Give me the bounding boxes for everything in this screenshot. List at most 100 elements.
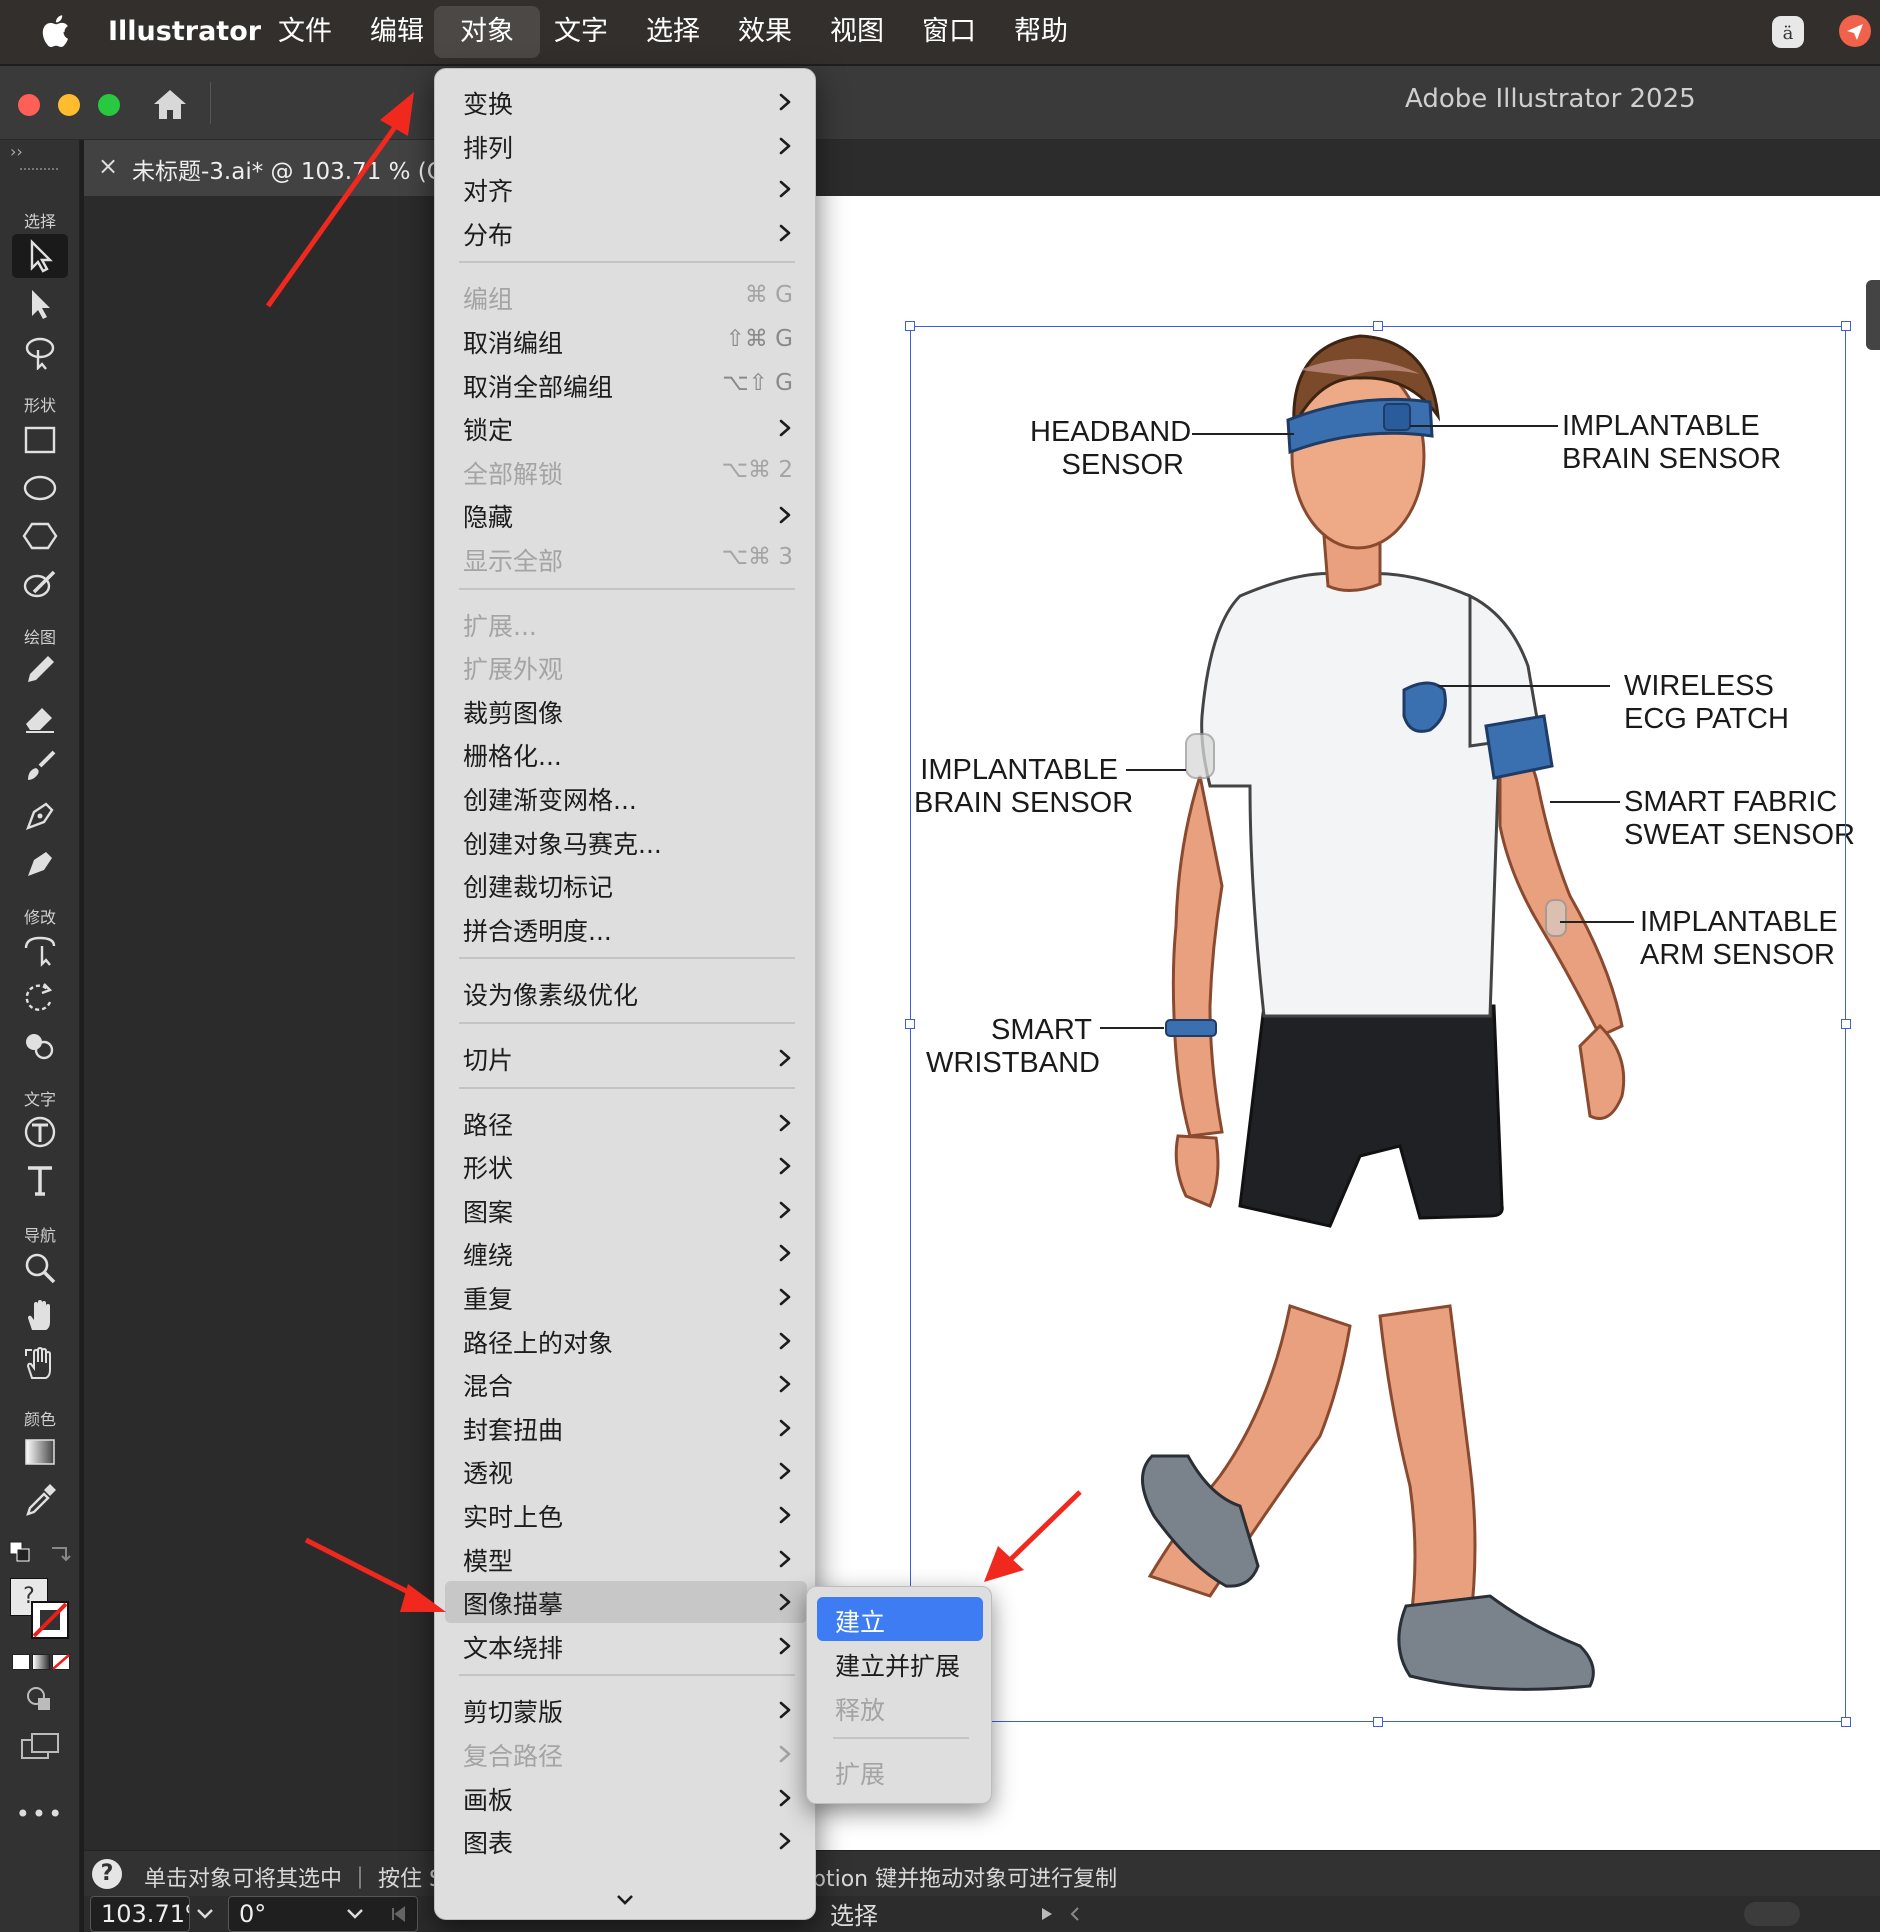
gradient-mode-button[interactable]: [32, 1654, 50, 1670]
menu-item-37[interactable]: 图像描摹: [445, 1581, 807, 1624]
panel-grip[interactable]: [20, 168, 58, 172]
zoom-level-field[interactable]: 103.71%: [90, 1896, 190, 1932]
print-tiling-tool-icon[interactable]: [12, 1342, 68, 1386]
menu-item-30[interactable]: 重复: [435, 1276, 817, 1318]
eraser-tool-icon[interactable]: [12, 696, 68, 740]
rotate-tool-icon[interactable]: [12, 976, 68, 1020]
scroll-left-icon[interactable]: [1068, 1906, 1082, 1922]
pencil-tool-icon[interactable]: [12, 648, 68, 692]
mode-menu-icon[interactable]: [1040, 1906, 1054, 1922]
stroke-none-swatch[interactable]: [30, 1600, 70, 1640]
swap-colors-icon[interactable]: [48, 1544, 72, 1564]
menu-item-32[interactable]: 混合: [435, 1363, 817, 1405]
menu-item-26[interactable]: 路径: [435, 1102, 817, 1144]
translator-icon[interactable]: ä: [1770, 14, 1806, 50]
menu-item-36[interactable]: 模型: [435, 1538, 817, 1580]
shape-builder-tool-icon[interactable]: [12, 1024, 68, 1068]
menu-item-28[interactable]: 图案: [435, 1189, 817, 1231]
direct-selection-tool-icon[interactable]: [12, 282, 68, 326]
resize-handle-n[interactable]: [1373, 321, 1383, 331]
first-artboard-icon[interactable]: [390, 1906, 406, 1922]
home-icon[interactable]: [150, 86, 190, 122]
minimize-window-button[interactable]: [58, 94, 80, 116]
color-mode-button[interactable]: [12, 1654, 30, 1670]
resize-handle-w[interactable]: [905, 1019, 915, 1029]
menu-item-43[interactable]: 图表: [435, 1820, 817, 1862]
menu-item-42[interactable]: 画板: [435, 1777, 817, 1819]
tool-mode-label[interactable]: 选择: [830, 1896, 878, 1931]
help-icon[interactable]: ?: [92, 1859, 122, 1889]
horizontal-scrollbar-thumb[interactable]: [1744, 1902, 1800, 1926]
menubar-app-name[interactable]: Illustrator: [108, 0, 261, 64]
menubar-edit[interactable]: 编辑: [370, 0, 424, 64]
menu-item-7[interactable]: 取消全部编组 ⌥⇧ G: [435, 364, 817, 406]
gradient-tool-icon[interactable]: [12, 1430, 68, 1474]
paintbrush-tool-icon[interactable]: [12, 744, 68, 788]
pen-tool-icon[interactable]: [12, 792, 68, 836]
menubar-type[interactable]: 文字: [554, 0, 608, 64]
resize-handle-s[interactable]: [1373, 1717, 1383, 1727]
menubar-object[interactable]: 对象: [434, 6, 540, 58]
menu-item-10[interactable]: 隐藏: [435, 494, 817, 536]
draw-mode-icon[interactable]: [24, 1684, 56, 1716]
lasso-select-tool-icon[interactable]: [12, 928, 68, 972]
menubar-window[interactable]: 窗口: [922, 0, 976, 64]
menu-item-20[interactable]: 拼合透明度...: [435, 908, 817, 950]
send-icon[interactable]: [1838, 14, 1872, 48]
more-tools-icon[interactable]: •••: [0, 1800, 80, 1828]
menu-item-31[interactable]: 路径上的对象: [435, 1320, 817, 1362]
menu-item-19[interactable]: 创建裁切标记: [435, 864, 817, 906]
shaper-tool-icon[interactable]: [12, 562, 68, 606]
menu-item-34[interactable]: 透视: [435, 1450, 817, 1492]
curvature-tool-icon[interactable]: [12, 840, 68, 884]
resize-handle-nw[interactable]: [905, 321, 915, 331]
zoom-dropdown-icon[interactable]: [196, 1908, 214, 1920]
menu-scroll-down-icon[interactable]: [615, 1893, 635, 1907]
selection-bounding-box[interactable]: [910, 326, 1846, 1722]
menu-item-2[interactable]: 对齐: [435, 168, 817, 210]
menu-item-6[interactable]: 取消编组 ⇧⌘ G: [435, 320, 817, 362]
none-mode-button[interactable]: [52, 1654, 70, 1670]
menubar-select[interactable]: 选择: [646, 0, 700, 64]
menu-item-15[interactable]: 裁剪图像: [435, 690, 817, 732]
menubar-help[interactable]: 帮助: [1014, 0, 1068, 64]
close-tab-icon[interactable]: ×: [98, 152, 118, 180]
resize-handle-se[interactable]: [1841, 1717, 1851, 1727]
rotation-dropdown-icon[interactable]: [346, 1908, 364, 1920]
type-tool-icon[interactable]: [12, 1158, 68, 1202]
screen-mode-icon[interactable]: [20, 1730, 60, 1762]
close-window-button[interactable]: [18, 94, 40, 116]
zoom-window-button[interactable]: [98, 94, 120, 116]
polygon-tool-icon[interactable]: [12, 514, 68, 558]
menubar-file[interactable]: 文件: [278, 0, 332, 64]
apple-logo-icon[interactable]: [40, 14, 70, 48]
menu-item-35[interactable]: 实时上色: [435, 1494, 817, 1536]
eyedropper-tool-icon[interactable]: [12, 1478, 68, 1522]
zoom-tool-icon[interactable]: [12, 1246, 68, 1290]
menubar-effect[interactable]: 效果: [738, 0, 792, 64]
lasso-tool-icon[interactable]: [12, 330, 68, 374]
menu-item-27[interactable]: 形状: [435, 1145, 817, 1187]
menu-item-3[interactable]: 分布: [435, 212, 817, 254]
menu-item-22[interactable]: 设为像素级优化: [435, 972, 817, 1014]
submenu-item-1[interactable]: 建立并扩展: [807, 1641, 993, 1685]
menu-item-29[interactable]: 缠绕: [435, 1232, 817, 1274]
ellipse-tool-icon[interactable]: [12, 466, 68, 510]
area-type-tool-icon[interactable]: [12, 1110, 68, 1154]
selection-tool-icon[interactable]: [12, 234, 68, 278]
menu-item-16[interactable]: 栅格化...: [435, 733, 817, 775]
resize-handle-e[interactable]: [1841, 1019, 1851, 1029]
document-tab[interactable]: × 未标题-3.ai* @ 103.71 % (CMYK: [84, 140, 492, 196]
menu-item-0[interactable]: 变换: [435, 81, 817, 123]
menu-item-33[interactable]: 封套扭曲: [435, 1407, 817, 1449]
menubar-view[interactable]: 视图: [830, 0, 884, 64]
default-colors-icon[interactable]: [8, 1540, 32, 1564]
menu-item-38[interactable]: 文本绕排: [435, 1625, 817, 1667]
hand-tool-icon[interactable]: [12, 1294, 68, 1338]
menu-item-8[interactable]: 锁定: [435, 407, 817, 449]
rectangle-tool-icon[interactable]: [12, 418, 68, 462]
expand-panel-icon[interactable]: ››: [10, 142, 23, 161]
menu-item-24[interactable]: 切片: [435, 1037, 817, 1079]
submenu-item-0[interactable]: 建立: [817, 1597, 983, 1641]
menu-item-40[interactable]: 剪切蒙版: [435, 1689, 817, 1731]
